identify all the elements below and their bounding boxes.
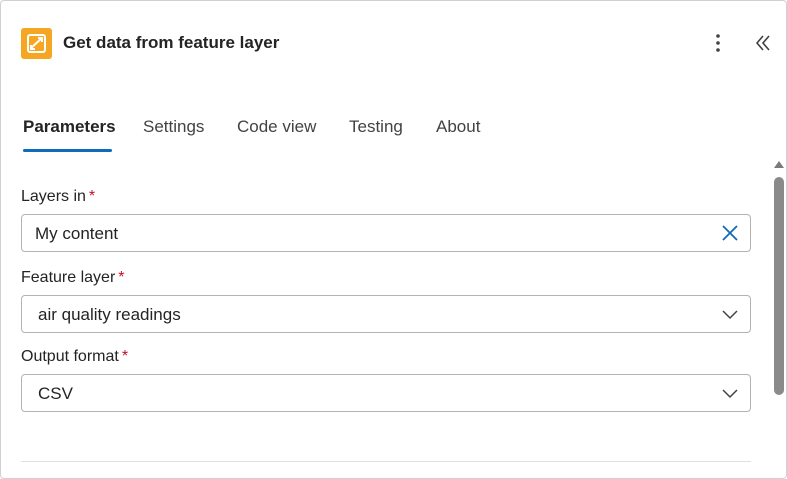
section-divider	[21, 461, 751, 462]
tab-parameters[interactable]: Parameters	[23, 117, 116, 152]
more-vertical-icon	[716, 34, 720, 52]
panel-title: Get data from feature layer	[63, 33, 280, 52]
feature-layer-value: air quality readings	[38, 305, 181, 324]
required-marker: *	[88, 188, 96, 205]
layers-in-label: Layers in *	[21, 188, 96, 205]
panel-header: Get data from feature layer	[1, 1, 786, 87]
active-tab-indicator	[23, 149, 112, 152]
chevron-down-icon	[722, 389, 738, 399]
chevron-down-icon	[722, 310, 738, 320]
required-marker: *	[121, 348, 129, 365]
scroll-up-arrow-icon[interactable]	[773, 159, 785, 169]
required-marker: *	[118, 269, 125, 286]
layers-in-value: My content	[35, 224, 119, 243]
collapse-panel-button[interactable]	[751, 31, 775, 55]
close-icon[interactable]	[720, 223, 740, 243]
tab-settings[interactable]: Settings	[143, 117, 204, 149]
layers-in-field[interactable]: My content	[21, 214, 751, 252]
feature-layer-label: Feature layer *	[21, 269, 125, 286]
feature-layer-dropdown[interactable]: air quality readings	[21, 295, 751, 333]
tab-testing[interactable]: Testing	[349, 117, 403, 149]
output-format-label: Output format *	[21, 348, 129, 365]
double-chevron-left-icon	[755, 35, 770, 51]
output-format-dropdown[interactable]: CSV	[21, 374, 751, 412]
feature-layer-app-icon	[21, 28, 52, 59]
tab-about[interactable]: About	[436, 117, 480, 149]
scroll-thumb[interactable]	[774, 177, 784, 395]
more-options-button[interactable]	[706, 31, 730, 55]
action-panel: Get data from feature layer Parameters S…	[0, 0, 787, 479]
output-format-value: CSV	[38, 384, 73, 403]
tab-code-view[interactable]: Code view	[237, 117, 316, 149]
vertical-scrollbar[interactable]	[772, 157, 786, 478]
